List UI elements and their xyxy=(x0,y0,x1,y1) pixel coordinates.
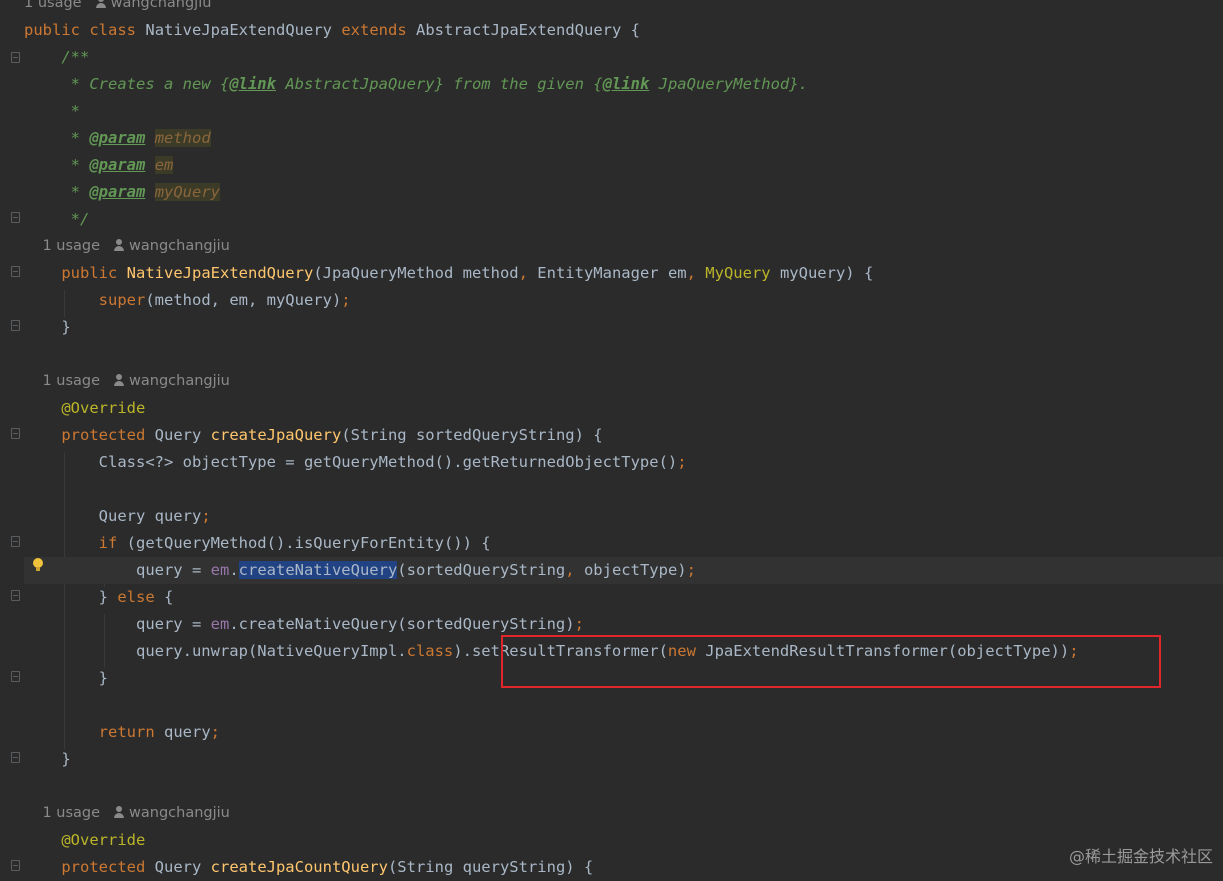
inlay-hint[interactable]: 1 usage wangchangjiu xyxy=(24,800,1223,827)
fold-marker[interactable] xyxy=(11,320,20,331)
inlay-hint[interactable]: 1 usage wangchangjiu xyxy=(24,233,1223,260)
lightbulb-icon[interactable] xyxy=(33,558,43,571)
fold-marker[interactable] xyxy=(11,266,20,277)
user-icon xyxy=(114,374,125,386)
code-line[interactable]: Query query; xyxy=(24,503,1223,530)
code-line[interactable]: * @param em xyxy=(24,152,1223,179)
code-line[interactable]: query = em.createNativeQuery(sortedQuery… xyxy=(24,611,1223,638)
code-line[interactable]: /** xyxy=(24,44,1223,71)
user-icon xyxy=(114,806,125,818)
code-line[interactable]: @Override xyxy=(24,827,1223,854)
inlay-hint[interactable]: 1 usage wangchangjiu xyxy=(24,368,1223,395)
code-line[interactable]: protected Query createJpaCountQuery(Stri… xyxy=(24,854,1223,881)
code-line[interactable]: public class NativeJpaExtendQuery extend… xyxy=(24,17,1223,44)
code-editor[interactable]: 1 usage wangchangjiu public class NativeJ… xyxy=(0,0,1223,876)
fold-marker[interactable] xyxy=(11,536,20,547)
watermark: @稀土掘金技术社区 xyxy=(1068,847,1213,866)
fold-marker[interactable] xyxy=(11,590,20,601)
fold-marker[interactable] xyxy=(11,671,20,682)
code-line[interactable]: if (getQueryMethod().isQueryForEntity())… xyxy=(24,530,1223,557)
code-line[interactable]: Class<?> objectType = getQueryMethod().g… xyxy=(24,449,1223,476)
user-icon xyxy=(95,0,106,8)
code-line[interactable]: @Override xyxy=(24,395,1223,422)
fold-marker[interactable] xyxy=(11,52,20,63)
code-line[interactable]: protected Query createJpaQuery(String so… xyxy=(24,422,1223,449)
code-line[interactable]: * @param myQuery xyxy=(24,179,1223,206)
code-line[interactable]: */ xyxy=(24,206,1223,233)
code-line[interactable]: } xyxy=(24,746,1223,773)
fold-marker[interactable] xyxy=(11,212,20,223)
code-line[interactable]: * Creates a new {@link AbstractJpaQuery}… xyxy=(24,71,1223,98)
current-code-line[interactable]: query = em.createNativeQuery(sortedQuery… xyxy=(24,557,1223,584)
code-line[interactable]: * xyxy=(24,98,1223,125)
fold-marker[interactable] xyxy=(11,428,20,439)
fold-marker[interactable] xyxy=(11,860,20,871)
highlight-box xyxy=(501,635,1161,688)
inlay-hint[interactable]: 1 usage wangchangjiu xyxy=(24,0,1223,17)
code-line[interactable]: } xyxy=(24,314,1223,341)
code-line[interactable]: * @param method xyxy=(24,125,1223,152)
user-icon xyxy=(114,239,125,251)
code-line[interactable]: } else { xyxy=(24,584,1223,611)
code-line[interactable]: public NativeJpaExtendQuery(JpaQueryMeth… xyxy=(24,260,1223,287)
code-line[interactable]: super(method, em, myQuery); xyxy=(24,287,1223,314)
code-line[interactable]: return query; xyxy=(24,719,1223,746)
fold-marker[interactable] xyxy=(11,752,20,763)
